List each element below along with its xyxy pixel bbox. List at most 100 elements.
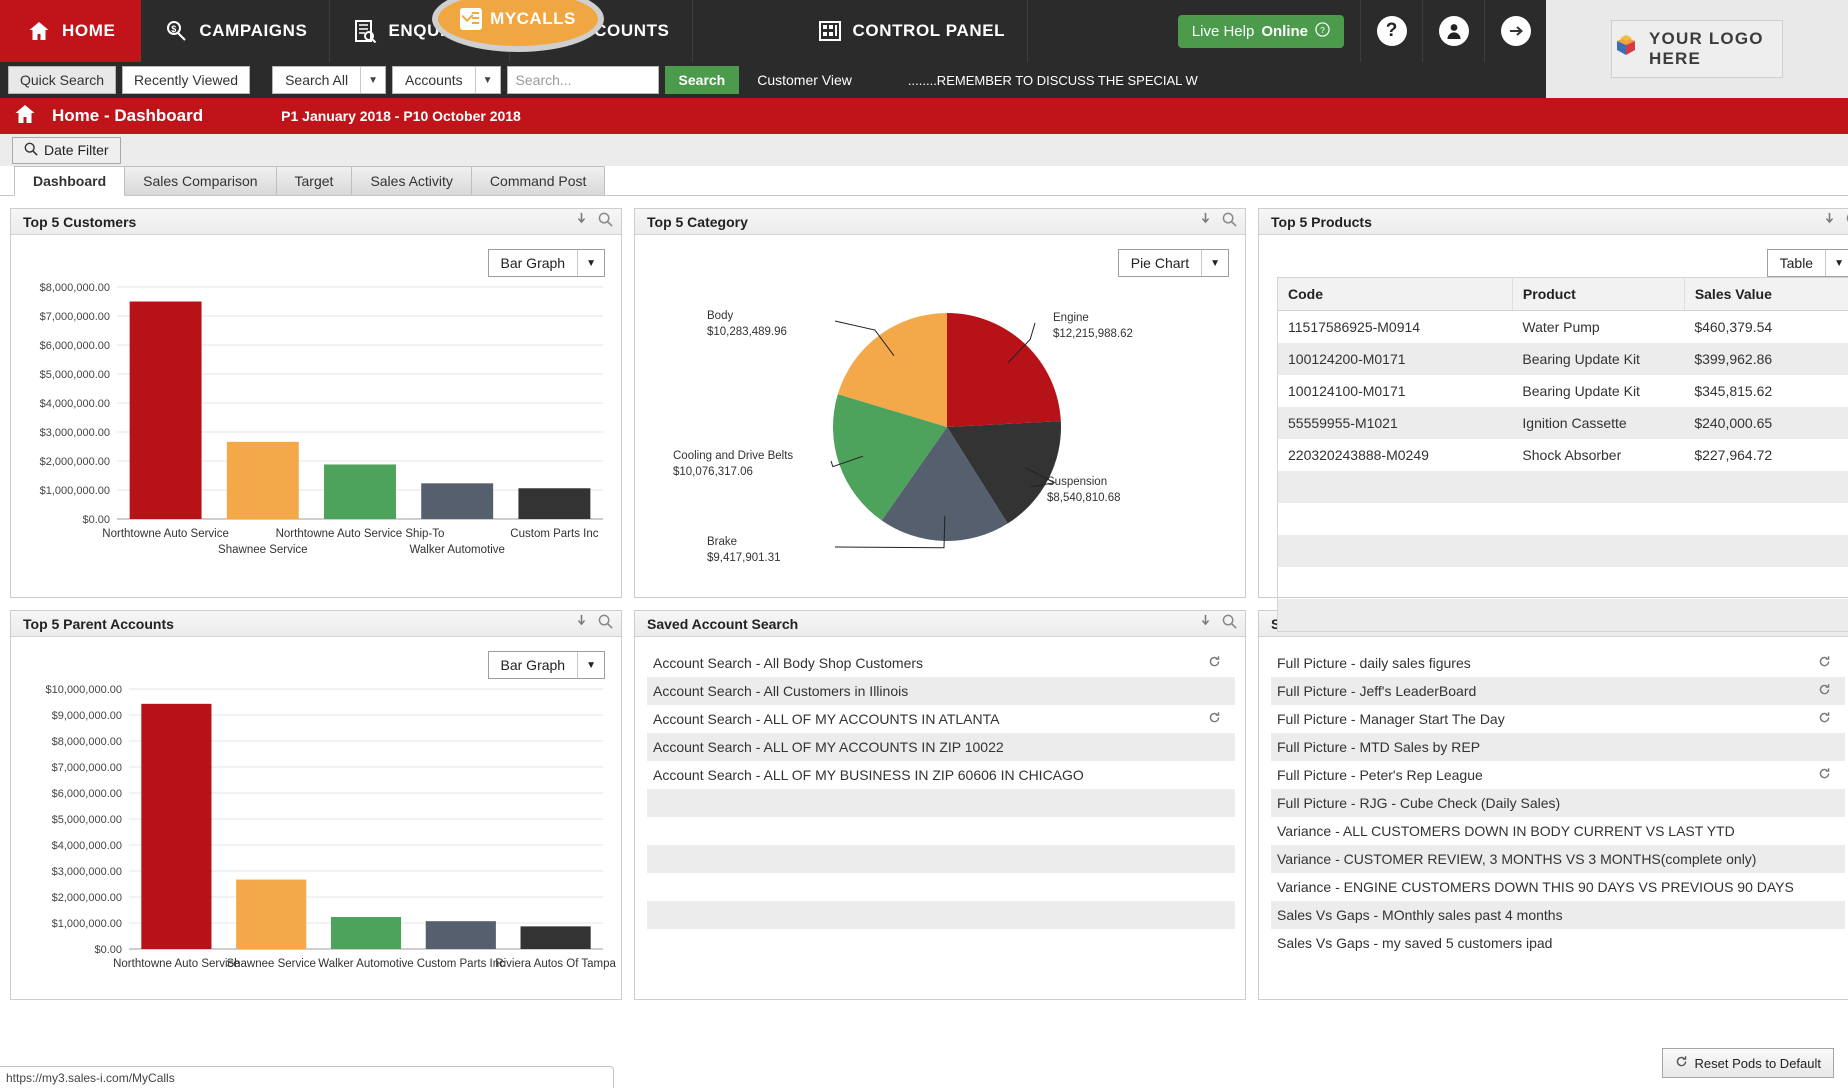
status-bar-url: https://my3.sales-i.com/MyCalls [0,1066,614,1088]
pod-body: Account Search - All Body Shop Customers… [635,637,1245,997]
table-row[interactable]: 220320243888-M0249 Shock Absorber $227,964… [1278,439,1848,471]
col-header-sales-value: Sales Value [1684,277,1848,311]
refresh-icon[interactable] [1818,767,1831,783]
pod-tools [1199,614,1237,634]
svg-text:$4,000,000.00: $4,000,000.00 [52,840,122,852]
svg-text:Suspension: Suspension [1047,476,1107,488]
tab-dashboard[interactable]: Dashboard [14,166,126,196]
tab-sales-comparison[interactable]: Sales Comparison [124,166,277,195]
saved-enquiry-item[interactable]: Full Picture - Manager Start The Day [1271,705,1845,733]
saved-enquiry-item[interactable]: Full Picture - Peter's Rep League [1271,761,1845,789]
live-help-button[interactable]: Live Help Online ? [1177,14,1344,48]
search-entity-select[interactable]: Accounts ▼ [392,66,501,94]
nav-item-home[interactable]: HOME [0,0,142,62]
chart-type-select-products[interactable]: Table ▼ [1766,249,1848,277]
collapse-icon[interactable] [575,212,588,231]
pod-title: Top 5 Products [1271,213,1372,230]
col-header-product: Product [1512,277,1685,311]
svg-text:$5,000,000.00: $5,000,000.00 [52,814,122,826]
table-row[interactable]: 55559955-M1021 Ignition Cassette $240,000.… [1277,407,1848,439]
list-item-label: Sales Vs Gaps - MOnthly sales past 4 mon… [1277,907,1563,923]
saved-enquiry-item[interactable]: Full Picture - MTD Sales by REP [1271,733,1845,761]
svg-text:$0.00: $0.00 [94,944,122,956]
cell-empty [1684,471,1848,503]
saved-enquiry-item[interactable]: Full Picture - RJG - Cube Check (Daily S… [1271,789,1845,817]
date-filter-button[interactable]: Date Filter [12,136,121,164]
list-item-label: Variance - CUSTOMER REVIEW, 3 MONTHS VS … [1277,851,1757,867]
refresh-icon[interactable] [1208,711,1221,727]
list-item-label: Full Picture - RJG - Cube Check (Daily S… [1277,795,1561,811]
control-panel-icon [817,18,843,44]
refresh-icon[interactable] [1818,655,1831,671]
refresh-icon[interactable] [1818,683,1831,699]
recently-viewed-button[interactable]: Recently Viewed [122,66,251,94]
search-input[interactable]: Search... [506,66,659,94]
nav-item-control-panel[interactable]: CONTROL PANEL [693,0,1029,62]
saved-account-search-item[interactable]: Account Search - ALL OF MY BUSINESS IN Z… [647,761,1235,789]
cell-empty [1277,471,1513,503]
live-help-question-icon: ? [1315,21,1330,41]
list-item-label: Variance - ALL CUSTOMERS DOWN IN BODY CU… [1277,823,1735,839]
pod-top-5-customers: Top 5 Customers Bar Graph ▼ $0.00 $1,000,… [10,208,622,598]
saved-account-search-item[interactable]: Account Search - All Customers in Illino… [647,677,1235,705]
magnify-icon[interactable] [598,614,613,634]
refresh-icon[interactable] [1818,711,1831,727]
collapse-icon[interactable] [575,614,588,633]
bar-chart-top-customers: $0.00 $1,000,000.00 $2,000,000.00 $3,000,00… [40,282,603,556]
svg-text:$1,000,000.00: $1,000,000.00 [40,485,110,497]
table-row[interactable]: 11517586925-M0914 Water Pump $460,379.54 [1278,311,1848,344]
saved-enquiry-item[interactable]: Full Picture - daily sales figures [1271,649,1845,677]
collapse-icon[interactable] [1823,212,1836,231]
refresh-icon[interactable] [1208,655,1221,671]
cell-sales-value: $240,000.65 [1684,407,1848,439]
magnify-icon[interactable] [1222,614,1237,634]
table-row[interactable]: 100124100-M0171 Bearing Update Kit $345,81… [1278,375,1848,407]
svg-text:$8,000,000.00: $8,000,000.00 [52,736,122,748]
saved-enquiry-item[interactable]: Variance - CUSTOMER REVIEW, 3 MONTHS VS … [1271,845,1845,873]
pod-body: Table ▼ Code Product Sales Value 1151758… [1259,235,1848,632]
customer-view-link[interactable]: Customer View [757,72,852,88]
quick-search-button[interactable]: Quick Search [8,66,117,94]
reset-pods-button[interactable]: Reset Pods to Default [1661,1048,1834,1078]
pod-top-5-products: Top 5 Products Table ▼ Code Product Sale… [1258,208,1848,632]
table-row[interactable]: 100124200-M0171 Bearing Update Kit $399,96… [1277,343,1848,375]
chart-type-select-category[interactable]: Pie Chart ▼ [1117,249,1229,277]
nav-item-campaigns[interactable]: $ CAMPAIGNS [141,0,331,62]
saved-account-search-item[interactable]: Account Search - All Body Shop Customers [647,649,1235,677]
products-table: Code Product Sales Value 11517586925-M09… [1277,277,1848,632]
logout-button[interactable] [1484,0,1546,62]
cell-product: Water Pump [1522,319,1600,335]
magnify-icon[interactable] [598,212,613,232]
svg-text:Northtowne Auto Service: Northtowne Auto Service [113,958,240,970]
search-button[interactable]: Search [664,66,740,94]
chart-type-select-customers[interactable]: Bar Graph ▼ [487,249,605,277]
saved-account-search-item[interactable]: Account Search - ALL OF MY ACCOUNTS IN A… [647,705,1235,733]
cell-code: 100124100-M0171 [1288,383,1406,399]
saved-enquiry-item[interactable]: Full Picture - Jeff's LeaderBoard [1271,677,1845,705]
magnify-icon[interactable] [1222,212,1237,232]
svg-text:Northtowne Auto Service: Northtowne Auto Service [102,528,229,540]
search-scope-select[interactable]: Search All ▼ [272,66,387,94]
collapse-icon[interactable] [1199,614,1212,633]
nav-item-control-panel-label: CONTROL PANEL [852,21,1006,40]
list-item-label: Account Search - ALL OF MY ACCOUNTS IN A… [653,711,1000,727]
saved-enquiry-item[interactable]: Sales Vs Gaps - my saved 5 customers ipa… [1271,929,1845,957]
tab-target[interactable]: Target [275,166,353,195]
saved-enquiry-item[interactable]: Sales Vs Gaps - MOnthly sales past 4 mon… [1271,901,1845,929]
saved-account-search-item[interactable]: Account Search - ALL OF MY ACCOUNTS IN Z… [647,733,1235,761]
list-item-label: Full Picture - Manager Start The Day [1277,711,1505,727]
tab-command-post[interactable]: Command Post [470,166,606,195]
pod-saved-enquiries: Saved Enquiries Full Picture - daily sal… [1258,610,1848,1000]
saved-enquiry-item[interactable]: Variance - ENGINE CUSTOMERS DOWN THIS 90… [1271,873,1845,901]
collapse-icon[interactable] [1199,212,1212,231]
dashboard-grid: Top 5 Customers Bar Graph ▼ $0.00 $1,000,… [0,196,1848,1000]
user-profile-button[interactable] [1422,0,1484,62]
chart-type-select-parents[interactable]: Bar Graph ▼ [487,651,605,679]
saved-enquiry-item[interactable]: Variance - ALL CUSTOMERS DOWN IN BODY CU… [1271,817,1845,845]
pod-title: Top 5 Category [647,213,748,230]
tab-sales-activity[interactable]: Sales Activity [351,166,472,195]
svg-text:$10,076,317.06: $10,076,317.06 [673,466,753,478]
svg-text:Custom Parts Inc: Custom Parts Inc [510,528,598,540]
help-button[interactable]: ? [1360,0,1422,62]
cell-sales-value: $399,962.86 [1684,343,1848,375]
